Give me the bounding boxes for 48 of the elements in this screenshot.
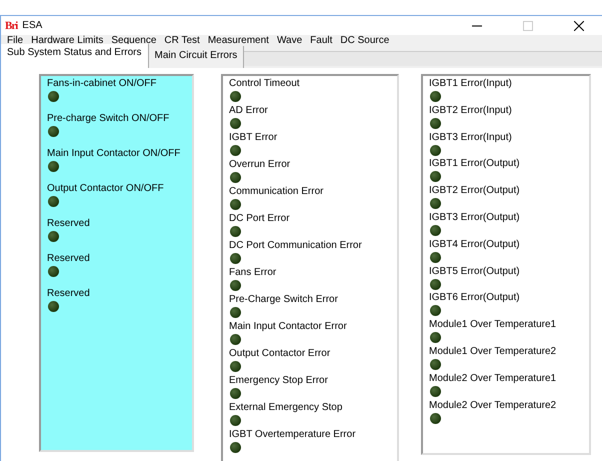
- indicator-label: IGBT6 Error(Output): [429, 291, 520, 304]
- indicator-label: Reserved: [47, 252, 90, 265]
- indicator-label: Module1 Over Temperature2: [429, 344, 556, 358]
- menu-item[interactable]: DC Source: [336, 35, 394, 46]
- indicator-label: Reserved: [47, 287, 90, 300]
- indicator-label: DC Port Error: [229, 212, 290, 225]
- indicator-label: IGBT Overtemperature Error: [229, 428, 356, 441]
- indicator-label: IGBT3 Error(Input): [429, 130, 512, 144]
- menu-item[interactable]: Fault: [306, 35, 336, 46]
- indicator-label: Control Timeout: [229, 77, 300, 90]
- indicator-label: IGBT4 Error(Output): [429, 238, 520, 251]
- indicator-label: Output Contactor ON/OFF: [47, 182, 164, 195]
- indicator-label: Overrun Error: [229, 158, 290, 171]
- maximize-icon: [523, 20, 533, 30]
- indicator-label: Main Input Contactor Error: [229, 320, 347, 333]
- indicator-label: Pre-Charge Switch Error: [229, 293, 338, 306]
- indicator-label: Emergency Stop Error: [229, 374, 328, 387]
- tab[interactable]: Main Circuit Errors: [148, 46, 244, 68]
- indicator-label: IGBT1 Error(Output): [429, 157, 520, 170]
- indicator-label: Output Contactor Error: [229, 347, 330, 360]
- indicator-label: Reserved: [47, 217, 90, 230]
- indicator-label: IGBT5 Error(Output): [429, 264, 520, 278]
- indicator-label: Module2 Over Temperature1: [429, 372, 556, 385]
- indicator-label: IGBT2 Error(Input): [429, 104, 512, 117]
- indicator-label: Communication Error: [229, 185, 324, 198]
- menu-item[interactable]: Sequence: [107, 35, 160, 46]
- indicator-label: DC Port Communication Error: [229, 239, 362, 252]
- indicator-label: Fans Error: [229, 266, 276, 279]
- indicator-label: Pre-charge Switch ON/OFF: [47, 112, 170, 125]
- indicator-label: External Emergency Stop: [229, 401, 342, 414]
- indicator-label: Main Input Contactor ON/OFF: [47, 147, 180, 160]
- menu-item[interactable]: CR Test: [160, 35, 204, 46]
- indicator-label: IGBT1 Error(Input): [429, 77, 512, 90]
- indicator-label: AD Error: [229, 104, 268, 117]
- indicator-label: IGBT3 Error(Output): [429, 210, 520, 224]
- close-icon: [574, 20, 584, 30]
- menu-item[interactable]: File: [3, 35, 28, 46]
- indicator-label: IGBT Error: [229, 131, 278, 144]
- menu-item[interactable]: Wave: [272, 35, 306, 46]
- indicator-label: IGBT2 Error(Output): [429, 184, 520, 198]
- indicator-label: Fans-in-cabinet ON/OFF: [47, 77, 156, 90]
- tab[interactable]: Sub System Status and Errors: [1, 44, 149, 68]
- menu-item[interactable]: Measurement: [204, 35, 273, 46]
- menu-item[interactable]: Hardware Limits: [27, 35, 108, 46]
- indicator-label: Module1 Over Temperature1: [429, 318, 556, 332]
- app-logo: Bri: [5, 20, 18, 32]
- window-title: ESA: [22, 20, 44, 31]
- indicator-label: Module2 Over Temperature2: [429, 398, 556, 412]
